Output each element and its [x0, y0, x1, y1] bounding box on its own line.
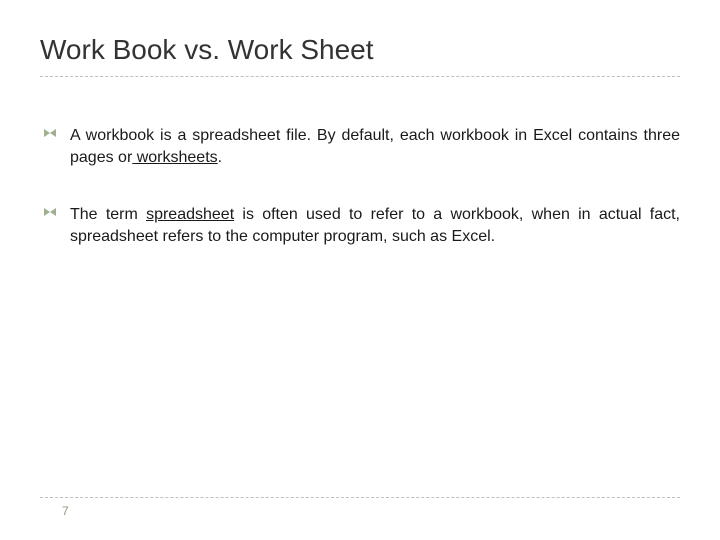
list-item: A workbook is a spreadsheet file. By def… [40, 125, 680, 168]
worksheets-link[interactable]: worksheets [132, 149, 217, 166]
bullet-text-pre: The term [70, 206, 146, 223]
spreadsheet-link[interactable]: spreadsheet [146, 206, 234, 223]
bullet-text-post: . [218, 149, 222, 166]
footer: 7 [40, 497, 680, 518]
bullet-list: A workbook is a spreadsheet file. By def… [40, 125, 680, 247]
slide: Work Book vs. Work Sheet A workbook is a… [0, 0, 720, 540]
list-item: The term spreadsheet is often used to re… [40, 204, 680, 247]
page-title: Work Book vs. Work Sheet [40, 34, 680, 77]
page-number: 7 [40, 504, 680, 518]
